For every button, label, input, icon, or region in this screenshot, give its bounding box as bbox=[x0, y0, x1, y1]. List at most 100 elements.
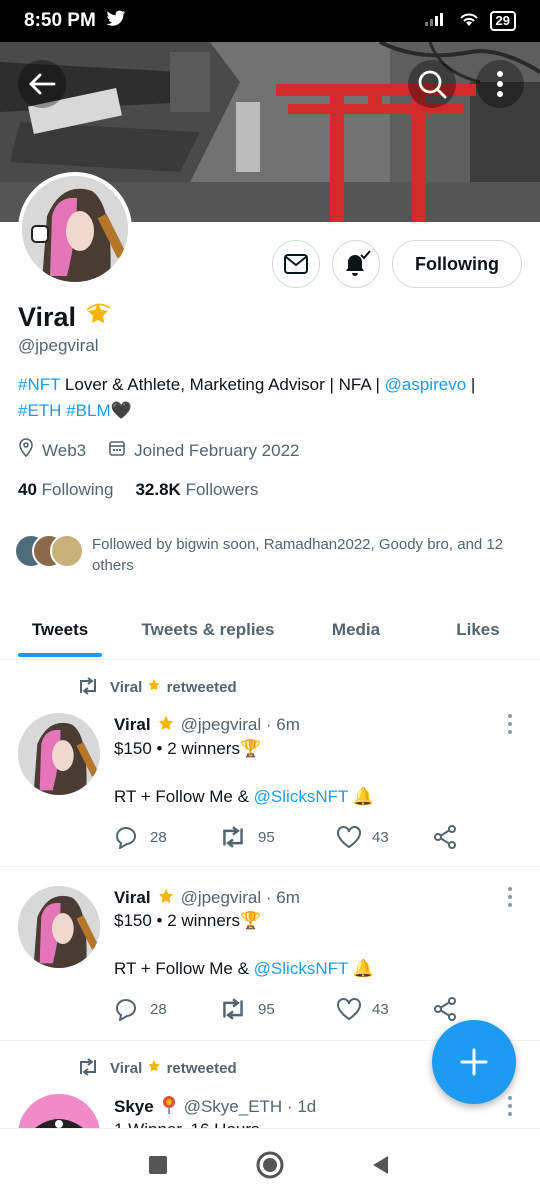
tab-tweets[interactable]: Tweets bbox=[0, 600, 120, 659]
more-options-button[interactable] bbox=[476, 60, 524, 108]
tweet-text-prefix: RT + Follow Me & bbox=[114, 959, 254, 978]
following-button[interactable]: Following bbox=[392, 240, 522, 288]
calendar-icon bbox=[108, 439, 126, 462]
tweet-handle-time: @Skye_ETH · 1d bbox=[183, 1096, 317, 1116]
dizzy-star-emoji-icon bbox=[156, 885, 176, 910]
share-icon bbox=[434, 825, 456, 849]
following-label: Following bbox=[41, 480, 114, 499]
reply-button[interactable]: 28 bbox=[114, 825, 218, 849]
status-bar: 8:50 PM 29 bbox=[0, 0, 540, 42]
mention-slicksnft-link[interactable]: @SlicksNFT bbox=[254, 959, 348, 978]
recents-button[interactable] bbox=[142, 1149, 174, 1181]
compose-tweet-button[interactable] bbox=[432, 1020, 516, 1104]
tweet-header: Skye @Skye_ETH · 1d bbox=[114, 1094, 316, 1119]
tweet-avatar[interactable] bbox=[18, 713, 100, 795]
back-triangle-icon bbox=[373, 1156, 388, 1174]
tweet-author[interactable]: Viral bbox=[114, 715, 151, 735]
followers-count-link[interactable]: 32.8K Followers bbox=[135, 480, 258, 500]
tab-likes[interactable]: Likes bbox=[416, 600, 540, 659]
dizzy-star-emoji-icon bbox=[84, 302, 112, 332]
tweet-more-button[interactable] bbox=[500, 885, 520, 909]
lollipop-emoji-icon bbox=[159, 1094, 179, 1119]
tweet-handle-time: @jpegviral · 6m bbox=[180, 887, 300, 907]
like-count: 43 bbox=[372, 828, 389, 846]
message-button[interactable] bbox=[272, 240, 320, 288]
hashtag-eth-link[interactable]: #ETH bbox=[18, 401, 61, 420]
retweet-icon bbox=[223, 998, 243, 1020]
tweet-author[interactable]: Skye bbox=[114, 1097, 154, 1117]
tweet-avatar[interactable] bbox=[18, 886, 100, 968]
status-time: 8:50 PM bbox=[24, 10, 96, 31]
profile-bio: #NFT Lover & Athlete, Marketing Advisor … bbox=[18, 372, 523, 424]
home-circle-icon bbox=[256, 1151, 284, 1179]
profile-joined: Joined February 2022 bbox=[134, 440, 300, 460]
back-nav-button[interactable] bbox=[364, 1149, 396, 1181]
profile-tabs: Tweets Tweets & replies Media Likes bbox=[0, 600, 540, 660]
reply-icon bbox=[115, 827, 136, 849]
following-count-link[interactable]: 40 Following bbox=[18, 480, 113, 500]
dizzy-star-emoji-icon bbox=[146, 678, 162, 696]
tweet-text-line: $150 • 2 winners bbox=[114, 911, 240, 930]
retweet-button[interactable]: 95 bbox=[218, 998, 336, 1020]
like-button[interactable]: 43 bbox=[336, 825, 432, 849]
mail-icon bbox=[284, 254, 308, 274]
notifications-button[interactable] bbox=[332, 240, 380, 288]
tweet-author[interactable]: Viral bbox=[114, 888, 151, 908]
black-heart-emoji-icon: 🖤 bbox=[110, 401, 132, 420]
reply-button[interactable]: 28 bbox=[114, 997, 218, 1021]
tweet-actions: 28 95 43 bbox=[114, 996, 464, 1022]
wifi-icon bbox=[458, 10, 480, 33]
tweet-header: Viral @jpegviral · 6m bbox=[114, 712, 300, 737]
profile-avatar[interactable] bbox=[18, 172, 132, 286]
bio-text: Lover & Athlete, Marketing Advisor | NFA… bbox=[60, 375, 385, 394]
home-button[interactable] bbox=[254, 1149, 286, 1181]
retweeter-name: Viral bbox=[110, 1060, 143, 1077]
tweet-actions: 28 95 43 bbox=[114, 824, 464, 850]
follower-avatars bbox=[14, 534, 86, 570]
back-button[interactable] bbox=[18, 60, 66, 108]
retweet-icon bbox=[80, 677, 96, 695]
tweet-text-line: 1 Winner, 16 Hours bbox=[114, 1120, 260, 1128]
tweet-body: $150 • 2 winners🏆 RT + Follow Me & @Slic… bbox=[114, 909, 374, 981]
tweet-handle-time: @jpegviral · 6m bbox=[180, 714, 300, 734]
dizzy-star-emoji-icon bbox=[146, 1059, 162, 1077]
bell-check-icon bbox=[346, 250, 371, 276]
avatar-illustration bbox=[18, 886, 100, 968]
trophy-emoji-icon: 🏆 bbox=[239, 911, 262, 930]
retweeted-label: retweeted bbox=[166, 679, 237, 696]
hashtag-blm-link[interactable]: #BLM bbox=[66, 401, 110, 420]
mention-slicksnft-link[interactable]: @SlicksNFT bbox=[254, 787, 348, 806]
profile-location: Web3 bbox=[42, 440, 87, 460]
profile-handle: @jpegviral bbox=[18, 336, 99, 355]
share-button[interactable] bbox=[432, 996, 458, 1022]
follower-avatar bbox=[50, 534, 84, 568]
retweet-button[interactable]: 95 bbox=[218, 826, 336, 848]
tweet-header: Viral @jpegviral · 6m bbox=[114, 885, 300, 910]
like-count: 43 bbox=[372, 1000, 389, 1018]
mention-aspirevo-link[interactable]: @aspirevo bbox=[385, 375, 467, 394]
tweet-text-line: $150 • 2 winners bbox=[114, 739, 240, 758]
location-pin-icon bbox=[18, 438, 34, 463]
bell-emoji-icon: 🔔 bbox=[352, 959, 374, 978]
retweet-icon bbox=[223, 826, 243, 848]
tab-media[interactable]: Media bbox=[296, 600, 416, 659]
tab-tweets-replies[interactable]: Tweets & replies bbox=[120, 600, 296, 659]
followed-by-row[interactable]: Followed by bigwin soon, Ramadhan2022, G… bbox=[14, 534, 532, 576]
tweet-divider bbox=[0, 866, 540, 867]
tweet-more-button[interactable] bbox=[500, 712, 520, 736]
bio-text-end: | bbox=[466, 375, 476, 394]
back-arrow-icon bbox=[29, 73, 56, 95]
tweet-body: $150 • 2 winners🏆 RT + Follow Me & @Slic… bbox=[114, 737, 374, 809]
avatar-illustration bbox=[18, 713, 100, 795]
search-button[interactable] bbox=[408, 60, 456, 108]
more-vertical-icon bbox=[497, 71, 503, 97]
retweet-indicator: Viral retweeted bbox=[76, 676, 237, 696]
followed-by-text: Followed by bigwin soon, Ramadhan2022, G… bbox=[92, 536, 504, 574]
tweet-more-button[interactable] bbox=[500, 1094, 520, 1118]
retweeted-label: retweeted bbox=[166, 1060, 237, 1077]
tweet-text-prefix: RT + Follow Me & bbox=[114, 787, 254, 806]
heart-icon bbox=[337, 998, 361, 1021]
like-button[interactable]: 43 bbox=[336, 997, 432, 1021]
hashtag-nft-link[interactable]: #NFT bbox=[18, 375, 60, 394]
share-button[interactable] bbox=[432, 824, 458, 850]
